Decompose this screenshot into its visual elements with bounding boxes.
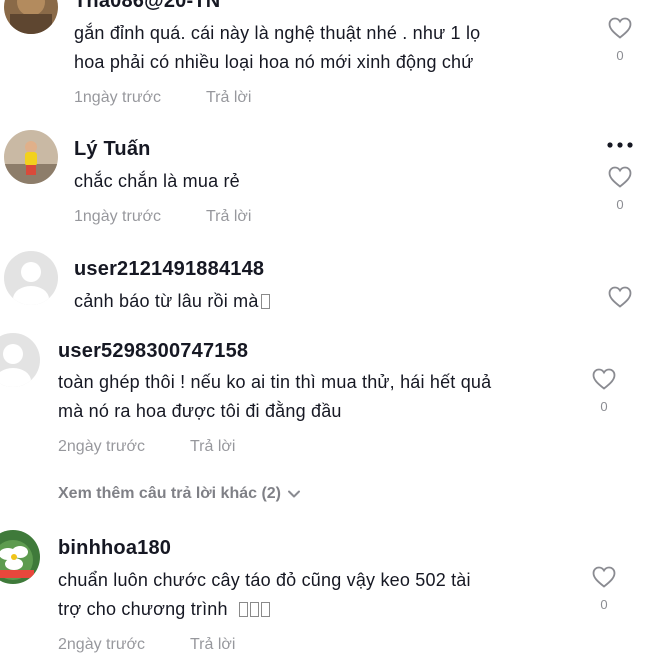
more-options-icon[interactable] (605, 140, 635, 150)
reply-button[interactable]: Trả lời (206, 89, 251, 107)
like-button[interactable]: 0 (589, 367, 619, 414)
reply-button[interactable]: Trả lời (190, 438, 235, 456)
like-count: 0 (600, 399, 608, 414)
missing-emoji-glyph (249, 602, 259, 617)
comment-username[interactable]: user2121491884148 (74, 258, 264, 281)
chevron-down-icon (288, 490, 301, 498)
comment-time: 2ngày trước (58, 438, 146, 455)
comment-text-line: hoa phải có nhiều loại hoa nó mới xinh đ… (74, 52, 474, 72)
missing-emoji-glyph (260, 602, 270, 617)
comment-meta: 1ngày trước Trả lời (74, 89, 251, 107)
view-more-replies-label: Xem thêm câu trả lời khác (2) (58, 485, 282, 502)
heart-outline-icon (608, 166, 632, 188)
view-more-replies-button[interactable]: Xem thêm câu trả lời khác (2) (58, 485, 301, 503)
missing-emoji-glyph (260, 294, 270, 309)
like-count: 0 (600, 597, 608, 612)
heart-outline-icon (608, 286, 632, 308)
comment-time: 1ngày trước (74, 208, 162, 225)
avatar[interactable] (4, 251, 58, 305)
comment-username[interactable]: Tha086@20-TN (74, 0, 220, 13)
comment-username[interactable]: user5298300747158 (58, 340, 248, 363)
comment-text-line: chắc chắn là mua rẻ (74, 171, 240, 191)
avatar[interactable] (4, 130, 58, 184)
like-button[interactable]: 0 (589, 565, 619, 612)
avatar[interactable] (0, 333, 40, 387)
like-count: 0 (616, 197, 624, 212)
comment-text-line: trợ cho chương trình (58, 594, 270, 624)
comment-meta: 2ngày trước Trả lời (58, 636, 235, 654)
comment-username[interactable]: Lý Tuấn (74, 138, 151, 161)
comment-text: trợ cho chương trình (58, 599, 228, 619)
comment-text-line: mà nó ra hoa được tôi đi đằng đầu (58, 401, 342, 421)
missing-emoji-glyph (238, 602, 248, 617)
like-button[interactable]: 0 (605, 16, 635, 63)
comment-text-line: gắn đỉnh quá. cái này là nghệ thuật nhé … (74, 23, 481, 43)
comment-meta: 2ngày trước Trả lời (58, 438, 235, 456)
avatar[interactable] (4, 0, 58, 34)
avatar[interactable] (0, 530, 40, 584)
comment-text-line: chuẩn luôn chước cây táo đỏ cũng vậy keo… (58, 570, 471, 590)
comment-meta: 1ngày trước Trả lời (74, 208, 251, 226)
heart-outline-icon (592, 566, 616, 588)
like-button[interactable]: 0 (605, 165, 635, 212)
like-button[interactable] (605, 285, 635, 309)
heart-outline-icon (592, 368, 616, 390)
comment-username[interactable]: binhhoa180 (58, 537, 171, 560)
comment-time: 2ngày trước (58, 636, 146, 653)
comment-text-line: cảnh báo từ lâu rồi mà (74, 286, 270, 316)
comment-text-line: toàn ghép thôi ! nếu ko ai tin thì mua t… (58, 372, 492, 392)
comment-text: cảnh báo từ lâu rồi mà (74, 291, 259, 311)
reply-button[interactable]: Trả lời (206, 208, 251, 226)
like-count: 0 (616, 48, 624, 63)
comment-time: 1ngày trước (74, 89, 162, 106)
heart-outline-icon (608, 17, 632, 39)
reply-button[interactable]: Trả lời (190, 636, 235, 654)
